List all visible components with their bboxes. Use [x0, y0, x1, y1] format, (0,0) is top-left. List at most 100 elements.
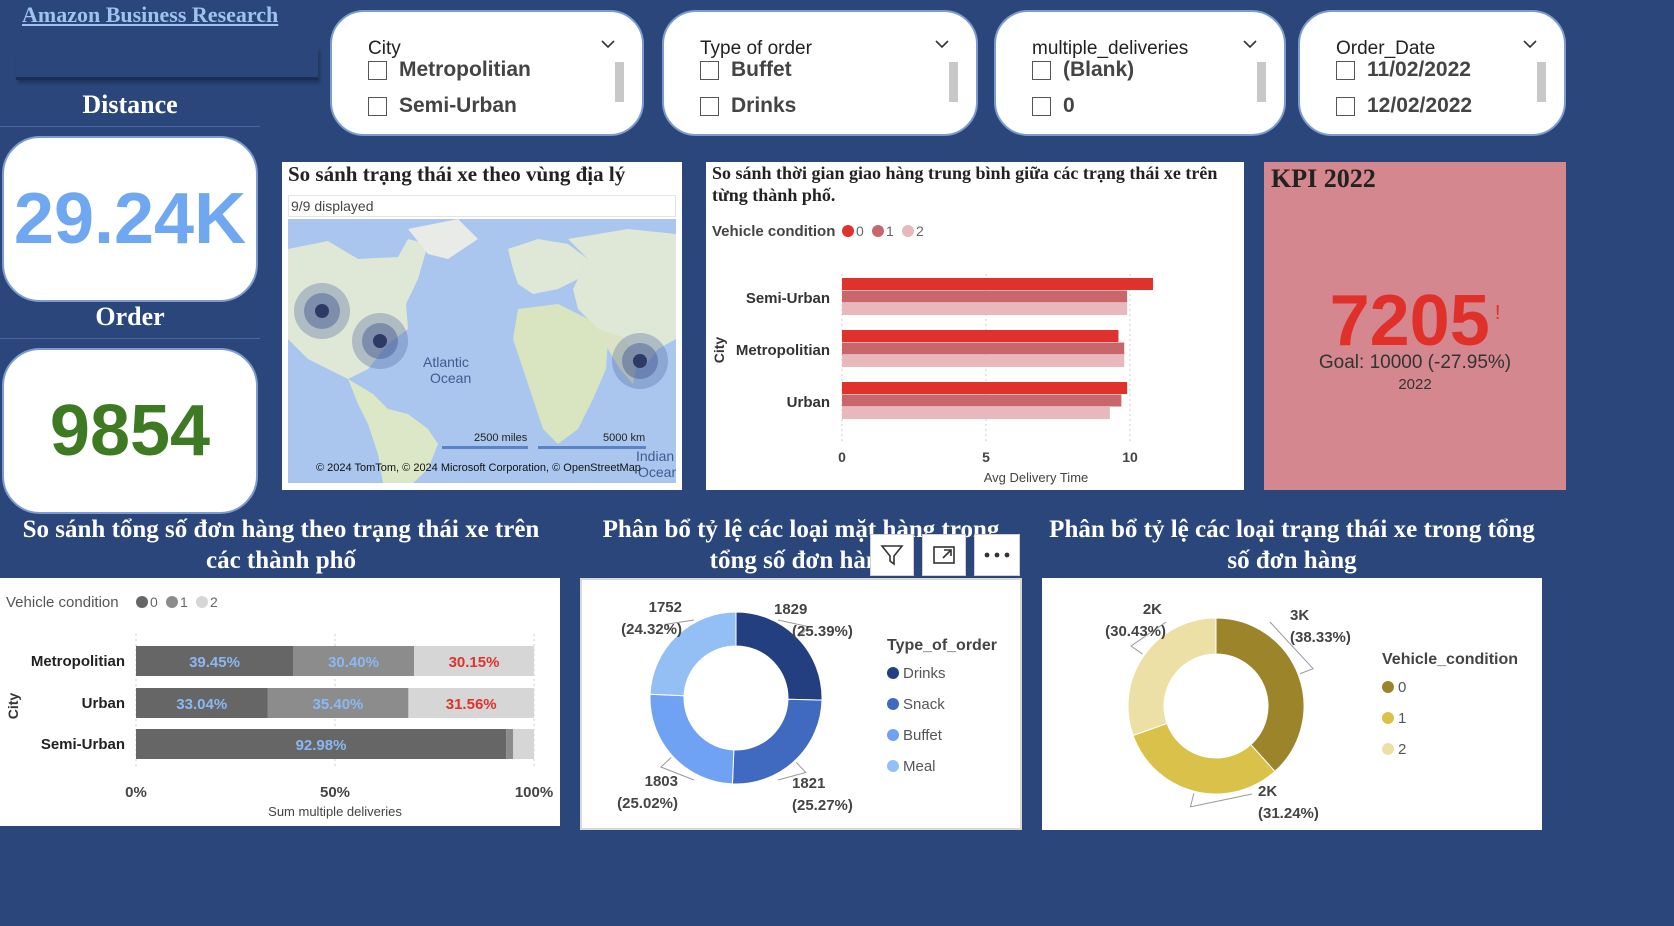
legend-label: Buffet [903, 727, 943, 744]
bar[interactable] [842, 394, 1122, 407]
delivery-time-chart[interactable]: Vehicle condition 0 1 2 0 5 10 Semi-Urban Metrop… [706, 212, 1244, 490]
slicer-option[interactable]: Buffet [700, 58, 792, 82]
chevron-down-icon[interactable] [934, 36, 950, 52]
slicer-scrollbar[interactable] [1257, 62, 1266, 102]
legend-marker [902, 225, 914, 237]
legend-marker [887, 698, 899, 710]
chevron-down-icon[interactable] [1522, 36, 1538, 52]
y-tick-label: Metropolitian [31, 653, 125, 670]
checkbox[interactable] [1032, 60, 1051, 80]
checkbox[interactable] [1336, 60, 1355, 80]
focus-mode-button[interactable] [922, 534, 966, 576]
y-axis-label: City [5, 693, 21, 720]
data-label: 30.15% [449, 654, 500, 671]
slicer-scrollbar[interactable] [1537, 62, 1546, 102]
y-tick-label: Semi-Urban [746, 290, 830, 307]
bar[interactable] [842, 290, 1128, 303]
world-map[interactable]: Atlantic Ocean Indian Ocean 2500 miles 5… [288, 219, 676, 483]
divider [0, 338, 260, 339]
legend-title: Type_of_order [887, 637, 997, 654]
bar[interactable] [842, 355, 1125, 367]
checkbox[interactable] [700, 96, 719, 116]
slicer-option[interactable]: Metropolitian [368, 58, 531, 82]
slicer-option[interactable]: 11/02/2022 [1336, 58, 1471, 82]
legend-marker [196, 596, 208, 608]
legend-marker [887, 667, 899, 679]
checkbox[interactable] [1032, 96, 1051, 116]
bar[interactable] [842, 382, 1128, 394]
bar[interactable] [842, 330, 1119, 342]
map-bubble[interactable] [352, 313, 408, 369]
delivery-chart-title: So sánh thời gian giao hàng trung bình g… [712, 163, 1218, 205]
slicer-option[interactable]: 0 [1032, 94, 1075, 118]
slicer-option-label: Buffet [731, 58, 792, 81]
slicer-option-label: Semi-Urban [399, 94, 517, 117]
vehicle-share-panel: 3K (38.33%) 2K (31.24%) 2K (30.43%) Vehicle_co… [1042, 578, 1542, 830]
stacked-bar-segment[interactable] [506, 729, 514, 759]
bar[interactable] [842, 303, 1128, 315]
data-label: (25.27%) [792, 797, 853, 814]
slicer-option-label: 11/02/2022 [1367, 58, 1471, 81]
slicer-option-label: Metropolitian [399, 58, 531, 81]
legend-label: 1 [886, 223, 894, 239]
x-axis-label: Avg Delivery Time [984, 470, 1089, 485]
map-label: Atlantic [423, 354, 469, 370]
slicer-option[interactable]: Semi-Urban [368, 94, 517, 118]
kpi-goal-text: Goal: 10000 (-27.95%) [1318, 352, 1512, 373]
slicer-option[interactable]: 12/02/2022 [1336, 94, 1472, 118]
slicer-3[interactable]: Order_Date 11/02/2022 12/02/2022 [1298, 10, 1566, 136]
donut-slice[interactable] [1132, 722, 1276, 795]
slicer-option[interactable]: Drinks [700, 94, 796, 118]
slicer-0[interactable]: City Metropolitian Semi-Urban [330, 10, 644, 136]
slicer-2[interactable]: multiple_deliveries (Blank) 0 [994, 10, 1286, 136]
legend-marker [1382, 743, 1394, 755]
bar[interactable] [842, 407, 1110, 419]
data-label: (25.02%) [617, 795, 678, 812]
slicer-scrollbar[interactable] [949, 62, 958, 102]
checkbox[interactable] [368, 60, 387, 80]
kpi-alert-icon: ! [1494, 302, 1501, 324]
y-tick-label: Urban [787, 394, 830, 411]
map-view[interactable]: Atlantic Ocean Indian Ocean 2500 miles 5… [288, 219, 676, 483]
donut-slice[interactable] [731, 698, 823, 785]
data-label: 1803 [645, 773, 678, 790]
legend-marker [1382, 712, 1394, 724]
filter-button[interactable] [870, 534, 914, 576]
legend-marker [887, 729, 899, 741]
legend-label: 2 [916, 223, 924, 239]
legend-label: 2 [210, 594, 218, 610]
legend-marker [872, 225, 884, 237]
slicer-title: City [368, 38, 401, 59]
x-axis-label: Sum multiple deliveries [268, 804, 402, 819]
order-card: 9854 [2, 348, 258, 514]
slicer-scrollbar[interactable] [615, 62, 624, 102]
orders-by-city-chart[interactable]: Vehicle condition 0 1 2 0% 50% 100% Metropoliti… [0, 578, 560, 826]
checkbox[interactable] [368, 96, 387, 116]
data-label: 33.04% [176, 696, 227, 713]
slicer-1[interactable]: Type of order Buffet Drinks [662, 10, 978, 136]
data-label: (31.24%) [1258, 805, 1319, 822]
legend-marker [136, 596, 148, 608]
x-tick-label: 0% [125, 784, 147, 801]
more-options-button[interactable] [974, 534, 1020, 576]
y-axis-label: City [711, 337, 727, 364]
slicer-option[interactable]: (Blank) [1032, 58, 1134, 82]
donut-slice[interactable] [649, 693, 735, 785]
bar[interactable] [842, 342, 1125, 355]
checkbox[interactable] [700, 60, 719, 80]
bar[interactable] [842, 278, 1154, 290]
stacked-bar-segment[interactable] [513, 729, 534, 759]
focus-mode-icon [933, 546, 955, 564]
chevron-down-icon[interactable] [1242, 36, 1258, 52]
leader-line [1189, 793, 1253, 808]
map-bubble[interactable] [294, 283, 350, 339]
checkbox[interactable] [1336, 96, 1355, 116]
order-types-donut-chart[interactable]: 1829 (25.39%) 1821 (25.27%) 1803 (25.02%) 1752… [582, 580, 1022, 830]
map-title: So sánh trạng thái xe theo vùng địa lý [288, 162, 626, 186]
y-tick-label: Metropolitian [736, 342, 830, 359]
map-bubble[interactable] [612, 333, 668, 389]
legend-label: Drinks [903, 665, 946, 682]
vehicle-share-donut-chart[interactable]: 3K (38.33%) 2K (31.24%) 2K (30.43%) Vehicle_co… [1042, 578, 1542, 830]
chevron-down-icon[interactable] [600, 36, 616, 52]
report-title[interactable]: Amazon Business Research [22, 2, 278, 28]
